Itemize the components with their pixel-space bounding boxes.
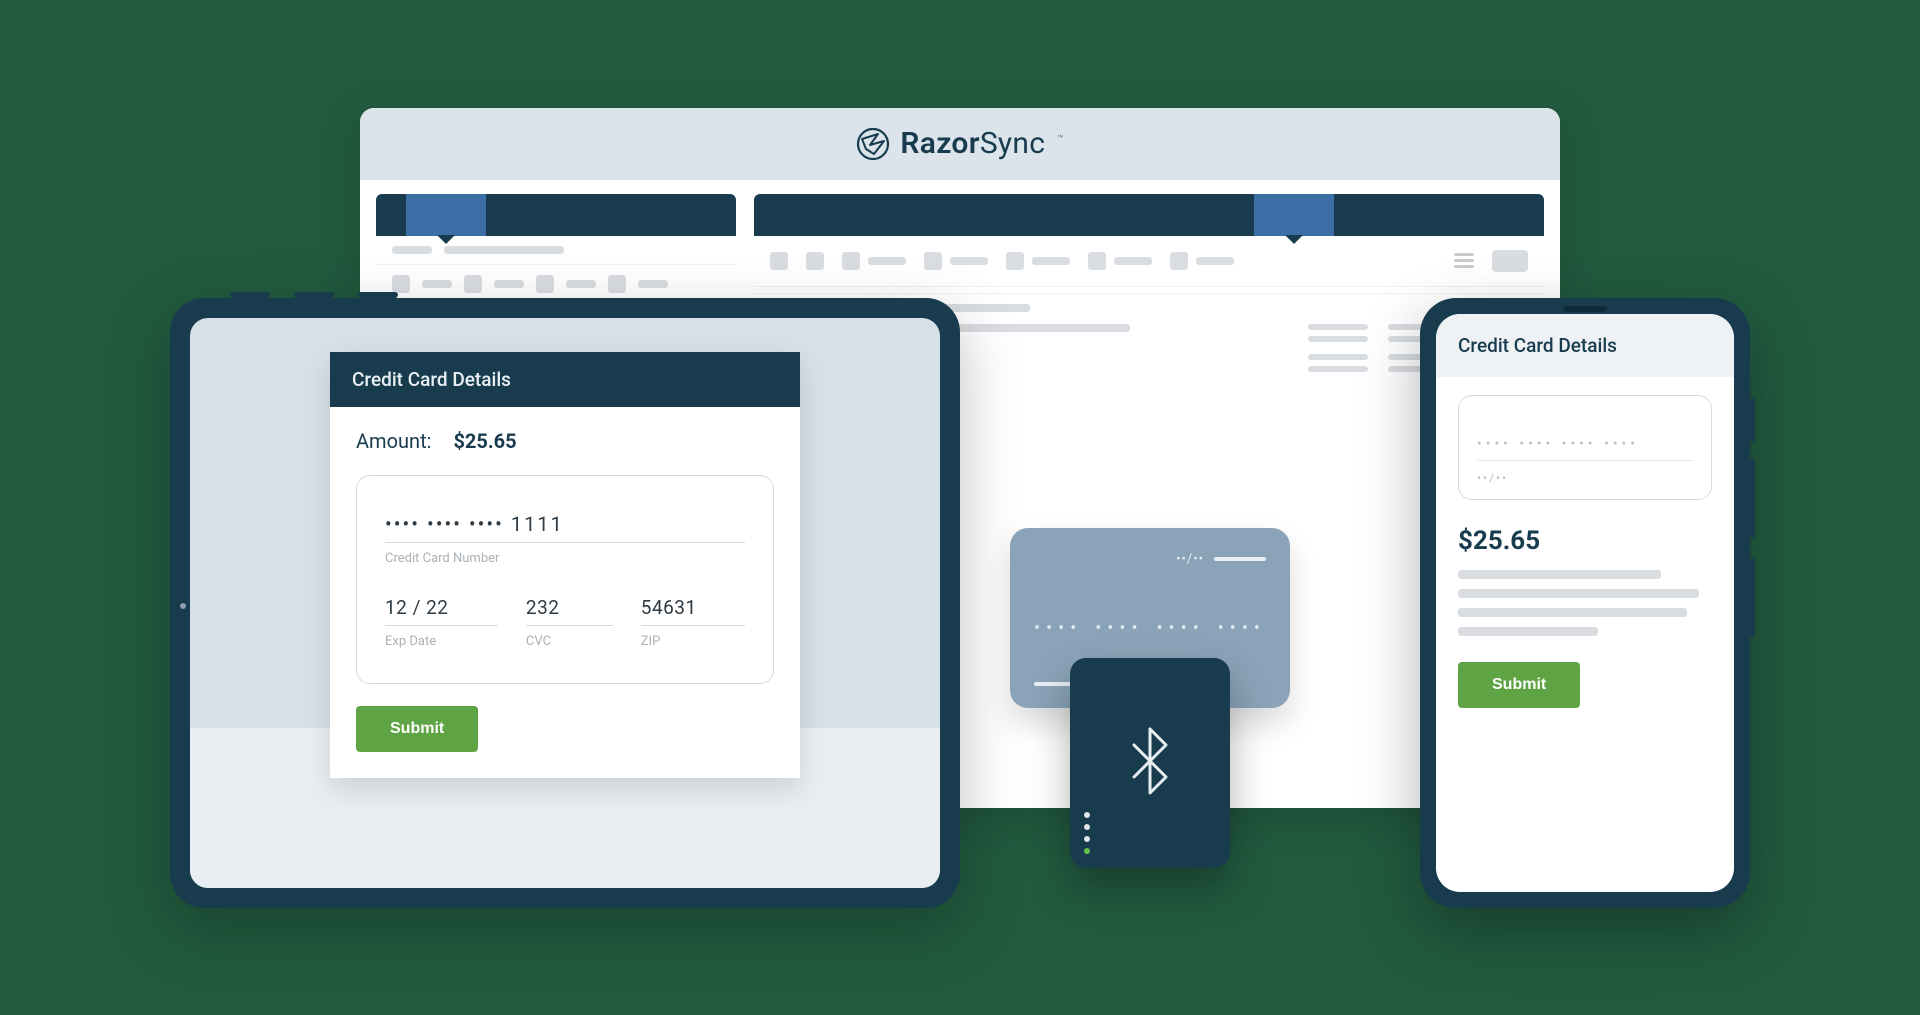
right-tabs[interactable] (754, 194, 1544, 236)
desktop-toolbar (754, 236, 1544, 286)
card-input-frame: •••• •••• •••• 1111 Credit Card Number 1… (356, 475, 774, 684)
phone-amount-value: $25.65 (1458, 526, 1712, 556)
right-active-tab[interactable] (1254, 194, 1334, 236)
menu-icon[interactable] (1454, 253, 1474, 268)
toolbar-item[interactable] (770, 252, 788, 270)
reader-status-lights (1084, 812, 1090, 854)
card-dots-group: •••• (1095, 618, 1143, 639)
brand: RazorSync ™ (856, 126, 1063, 161)
tablet-screen: Credit Card Details Amount: $25.65 •••• … (190, 318, 940, 888)
left-active-tab[interactable] (406, 194, 486, 236)
cvc-input[interactable]: 232 (526, 596, 613, 626)
amount-label: Amount: (356, 429, 431, 453)
card-number-input[interactable]: •••• •••• •••• 1111 (385, 512, 745, 543)
card-dots-group: •••• (1156, 618, 1204, 639)
left-tabs[interactable] (376, 194, 736, 236)
skeleton-row (376, 236, 736, 265)
tablet-device: Credit Card Details Amount: $25.65 •••• … (170, 298, 960, 908)
phone-form-title: Credit Card Details (1436, 314, 1734, 377)
desktop-titlebar: RazorSync ™ (360, 108, 1560, 180)
phone-card-number[interactable]: •••• •••• •••• •••• (1477, 436, 1693, 461)
zip-label: ZIP (641, 634, 745, 649)
zip-input[interactable]: 54631 (641, 596, 745, 626)
toolbar-item[interactable] (842, 252, 860, 270)
toolbar-item[interactable] (1170, 252, 1188, 270)
toolbar-item[interactable] (924, 252, 942, 270)
card-number-label: Credit Card Number (385, 551, 745, 566)
phone-device: Credit Card Details •••• •••• •••• •••• … (1420, 298, 1750, 908)
submit-button[interactable]: Submit (1458, 662, 1580, 708)
amount-value: $25.65 (453, 429, 516, 453)
brand-trademark: ™ (1057, 126, 1063, 145)
phone-card-exp[interactable]: ••/•• (1477, 471, 1693, 485)
toolbar-item[interactable] (1006, 252, 1024, 270)
toolbar-button[interactable] (1492, 250, 1528, 272)
phone-card-frame: •••• •••• •••• •••• ••/•• (1458, 395, 1712, 500)
bluetooth-reader (1070, 658, 1230, 868)
card-reader-group: ••/•• •••• •••• •••• •••• (1000, 528, 1320, 908)
credit-card-form: Credit Card Details Amount: $25.65 •••• … (330, 352, 800, 778)
exp-date-input[interactable]: 12 / 22 (385, 596, 498, 626)
phone-skeleton-lines (1458, 570, 1712, 636)
exp-date-label: Exp Date (385, 634, 498, 649)
credit-card-form-title: Credit Card Details (330, 352, 800, 407)
card-dots-group: •••• (1218, 618, 1266, 639)
cvc-label: CVC (526, 634, 613, 649)
toolbar-item[interactable] (1088, 252, 1106, 270)
submit-button[interactable]: Submit (356, 706, 478, 752)
card-dots-group: •••• (1034, 618, 1082, 639)
phone-screen: Credit Card Details •••• •••• •••• •••• … (1436, 314, 1734, 892)
card-exp-hint: ••/•• (1176, 552, 1204, 567)
brand-logo-icon (856, 127, 890, 161)
brand-name: RazorSync (900, 126, 1045, 161)
toolbar-item[interactable] (806, 252, 824, 270)
bluetooth-icon (1124, 725, 1176, 801)
